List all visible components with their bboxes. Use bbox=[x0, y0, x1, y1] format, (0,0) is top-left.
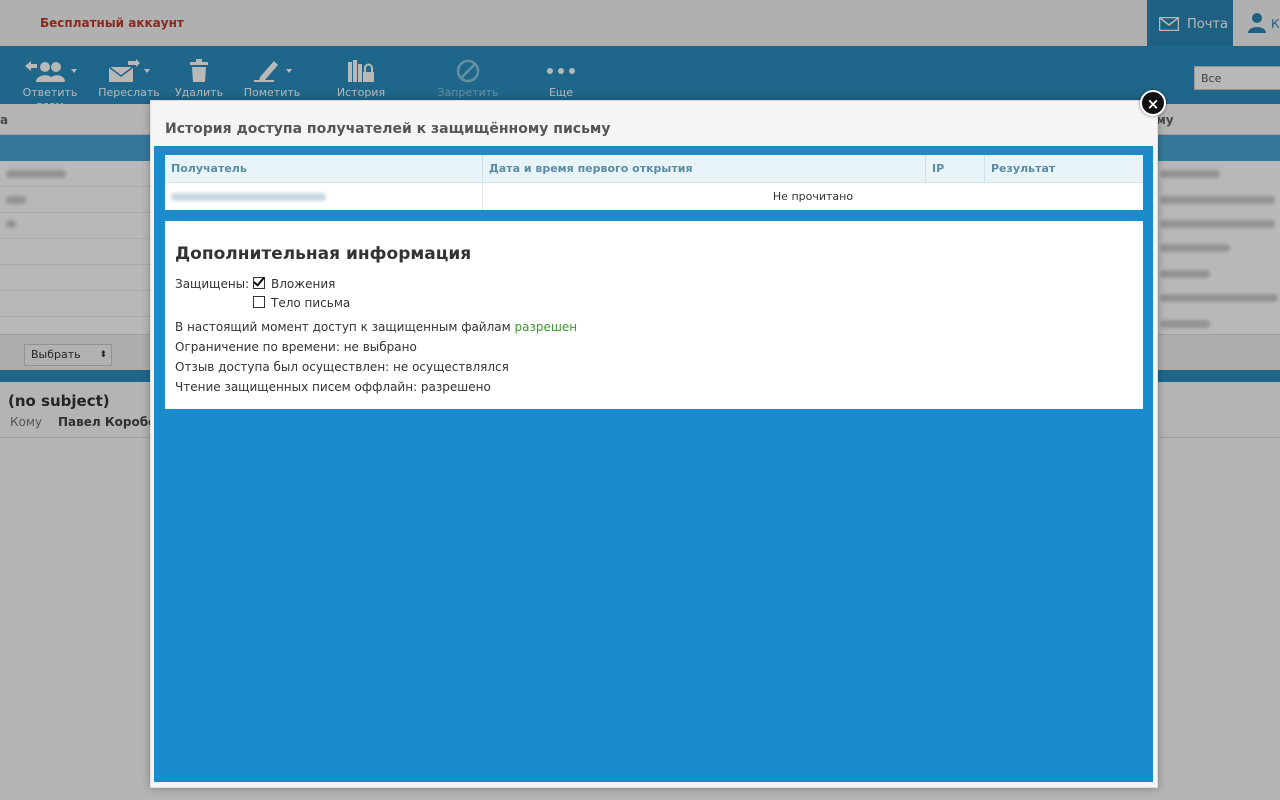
attachments-label: Вложения bbox=[271, 277, 336, 291]
col-first-open: Дата и время первого открытия bbox=[482, 155, 926, 183]
protected-attachments-line: Защищены: Вложения bbox=[175, 277, 335, 291]
table-row: Не прочитано bbox=[165, 182, 1143, 210]
additional-info-heading: Дополнительная информация bbox=[175, 244, 472, 264]
access-history-modal: История доступа получателей к защищённом… bbox=[150, 100, 1158, 788]
body-label: Тело письма bbox=[271, 296, 351, 310]
offline-reading-line: Чтение защищенных писем оффлайн: разреше… bbox=[175, 380, 491, 394]
col-ip: IP bbox=[925, 155, 985, 183]
close-modal-button[interactable]: × bbox=[1140, 90, 1166, 116]
additional-info-panel: Дополнительная информация Защищены: Влож… bbox=[165, 221, 1143, 409]
protected-label: Защищены: bbox=[175, 277, 250, 291]
protected-body-line: Тело письма bbox=[253, 296, 350, 310]
col-recipient: Получатель bbox=[165, 155, 483, 183]
attachments-checkbox[interactable] bbox=[253, 277, 266, 289]
body-checkbox[interactable] bbox=[253, 296, 265, 308]
recipient-cell bbox=[165, 182, 483, 210]
blurred-email bbox=[171, 192, 326, 201]
access-prefix: В настоящий момент доступ к защищенным ф… bbox=[175, 320, 511, 334]
modal-title: История доступа получателей к защищённом… bbox=[165, 121, 611, 137]
access-status-value: разрешен bbox=[514, 320, 578, 334]
revoke-status-line: Отзыв доступа был осуществлен: не осущес… bbox=[175, 360, 509, 374]
status-cell: Не прочитано bbox=[772, 190, 854, 203]
time-limit-line: Ограничение по времени: не выбрано bbox=[175, 340, 417, 354]
col-result: Результат bbox=[984, 155, 1143, 183]
recipients-table: Получатель Дата и время первого открытия… bbox=[165, 155, 1143, 210]
access-status-line: В настоящий момент доступ к защищенным ф… bbox=[175, 320, 577, 334]
